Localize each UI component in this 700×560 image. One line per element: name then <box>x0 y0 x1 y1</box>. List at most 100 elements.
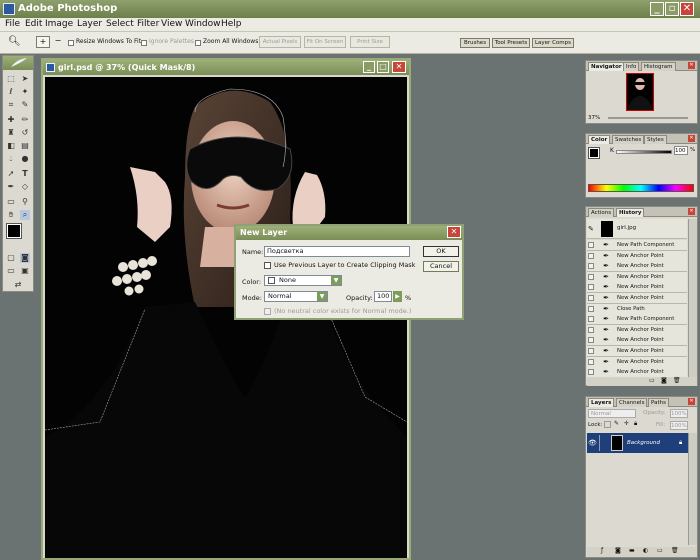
color-foreground-swatch[interactable] <box>588 147 600 159</box>
eraser-tool-icon[interactable]: ◧ <box>6 141 16 151</box>
tab-histogram[interactable]: Histogram <box>641 62 676 71</box>
doc-close-icon[interactable]: ✕ <box>392 61 406 73</box>
ignore-palettes-checkbox[interactable] <box>141 40 147 46</box>
menu-edit[interactable]: Edit <box>25 19 42 29</box>
doc-minimize-icon[interactable]: _ <box>363 61 375 73</box>
delete-layer-icon[interactable]: 🗑︎ <box>671 547 679 554</box>
history-item[interactable]: ✒ New Anchor Point <box>587 324 687 336</box>
minimize-icon[interactable]: _ <box>650 2 664 16</box>
history-item[interactable]: ✒ Close Path <box>587 303 687 315</box>
history-brush-checkbox[interactable] <box>588 316 594 323</box>
history-brush-checkbox[interactable] <box>588 369 594 376</box>
tab-styles[interactable]: Styles <box>644 135 667 144</box>
tab-channels[interactable]: Channels <box>616 398 648 407</box>
history-brush-checkbox[interactable] <box>588 305 594 312</box>
history-item[interactable]: ✒ New Anchor Point <box>587 282 687 294</box>
menu-select[interactable]: Select <box>106 19 134 29</box>
color-ramp[interactable] <box>588 184 694 192</box>
history-brush-source-icon[interactable]: ✎ <box>588 225 594 233</box>
ok-button[interactable]: OK <box>423 246 459 257</box>
new-document-icon[interactable]: ▭ <box>649 377 655 384</box>
move-tool-icon[interactable]: ➤ <box>20 74 30 84</box>
mode-select[interactable]: Normal ▼ <box>264 291 328 302</box>
notes-tool-icon[interactable]: ▭ <box>6 197 16 207</box>
new-layer-icon[interactable]: ▭ <box>657 547 663 554</box>
zoom-out-icon[interactable]: − <box>52 36 64 48</box>
opacity-input[interactable]: 100 <box>374 291 392 302</box>
menu-help[interactable]: Help <box>221 19 242 29</box>
actual-pixels-button[interactable]: Actual Pixels <box>259 36 301 48</box>
snapshot-icon[interactable]: ◙ <box>661 377 667 384</box>
tab-brushes[interactable]: Brushes <box>460 38 490 48</box>
history-snapshot[interactable]: ✎ girl.jpg <box>587 219 687 239</box>
panel-close-icon[interactable]: ✕ <box>688 398 695 405</box>
history-scrollbar[interactable] <box>688 219 697 377</box>
history-brush-checkbox[interactable] <box>588 326 594 333</box>
history-brush-checkbox[interactable] <box>588 263 594 270</box>
history-item[interactable]: ✒ New Anchor Point <box>587 261 687 273</box>
magic-wand-tool-icon[interactable]: ✦ <box>20 87 30 97</box>
history-brush-checkbox[interactable] <box>588 358 594 365</box>
fill-input[interactable]: 100% <box>670 421 688 430</box>
history-brush-checkbox[interactable] <box>588 284 594 291</box>
tab-paths[interactable]: Paths <box>648 398 669 407</box>
lock-position-icon[interactable]: ✛ <box>624 420 629 427</box>
crop-tool-icon[interactable]: ⌗ <box>6 100 16 110</box>
screen-mode-full-icon[interactable]: ▣ <box>20 266 30 276</box>
marquee-tool-icon[interactable]: ⬚ <box>6 74 16 84</box>
jump-to-imageready-icon[interactable]: ⇄ <box>13 280 23 290</box>
k-value-input[interactable]: 100 <box>674 146 688 155</box>
quick-mask-mode-icon[interactable]: ◙ <box>20 253 30 263</box>
zoom-all-checkbox[interactable] <box>195 40 201 46</box>
menu-file[interactable]: File <box>5 19 20 29</box>
panel-close-icon[interactable]: ✕ <box>688 135 695 142</box>
history-item[interactable]: ✒ New Path Component <box>587 240 687 251</box>
tab-tool-presets[interactable]: Tool Presets <box>492 38 530 48</box>
clone-stamp-icon[interactable]: ♜ <box>6 128 16 138</box>
layer-opacity-input[interactable]: 100% <box>670 409 688 418</box>
layer-name-input[interactable]: Подсветка <box>264 246 410 257</box>
standard-mode-icon[interactable]: ▢ <box>6 253 16 263</box>
panel-close-icon[interactable]: ✕ <box>688 62 695 69</box>
blur-tool-icon[interactable]: 💧︎ <box>6 154 16 164</box>
menu-view[interactable]: View <box>161 19 182 29</box>
lasso-tool-icon[interactable]: ℓ <box>6 87 16 97</box>
foreground-color-swatch[interactable] <box>6 223 22 239</box>
tab-history[interactable]: History <box>616 208 645 217</box>
close-icon[interactable]: ✕ <box>680 2 694 16</box>
history-brush-icon[interactable]: ↺ <box>20 128 30 138</box>
dialog-close-icon[interactable]: ✕ <box>447 226 461 238</box>
navigator-thumbnail[interactable] <box>626 73 654 111</box>
zoom-tool-icon[interactable]: 🔍︎ <box>8 36 21 47</box>
tab-layer-comps[interactable]: Layer Comps <box>532 38 574 48</box>
gradient-tool-icon[interactable]: ▤ <box>20 141 30 151</box>
new-set-icon[interactable]: ▬ <box>629 547 635 554</box>
pen-tool-icon[interactable]: ✒ <box>6 182 16 192</box>
lock-image-icon[interactable]: ✎ <box>614 420 619 427</box>
opacity-slider-arrow-icon[interactable]: ▶ <box>393 291 402 302</box>
history-item[interactable]: ✒ New Anchor Point <box>587 250 687 262</box>
path-selection-icon[interactable]: ➚ <box>6 169 16 179</box>
layer-mask-icon[interactable]: ◙ <box>615 547 621 554</box>
menu-layer[interactable]: Layer <box>77 19 102 29</box>
navigator-zoom-slider[interactable] <box>608 117 688 119</box>
history-item[interactable]: ✒ New Anchor Point <box>587 271 687 283</box>
healing-brush-icon[interactable]: ✚ <box>6 115 16 125</box>
menu-image[interactable]: Image <box>45 19 73 29</box>
type-tool-icon[interactable]: T <box>20 169 30 179</box>
history-item[interactable]: ✒ New Anchor Point <box>587 346 687 357</box>
link-slot[interactable] <box>599 435 608 451</box>
history-brush-checkbox[interactable] <box>588 337 594 344</box>
adjustment-layer-icon[interactable]: ◐ <box>643 547 648 554</box>
tab-navigator[interactable]: Navigator <box>588 62 625 71</box>
cancel-button[interactable]: Cancel <box>423 261 459 272</box>
tab-layers[interactable]: Layers <box>588 398 615 407</box>
history-item[interactable]: ✒ New Anchor Point <box>587 335 687 347</box>
blend-mode-select[interactable]: Normal <box>588 409 636 418</box>
screen-mode-standard-icon[interactable]: ▭ <box>6 266 16 276</box>
history-brush-checkbox[interactable] <box>588 242 594 248</box>
tab-swatches[interactable]: Swatches <box>612 135 645 144</box>
history-item[interactable]: ✒ New Anchor Point <box>587 356 687 368</box>
history-item[interactable]: ✒ New Anchor Point <box>587 293 687 304</box>
hand-tool-icon[interactable]: ✋︎ <box>6 210 16 220</box>
